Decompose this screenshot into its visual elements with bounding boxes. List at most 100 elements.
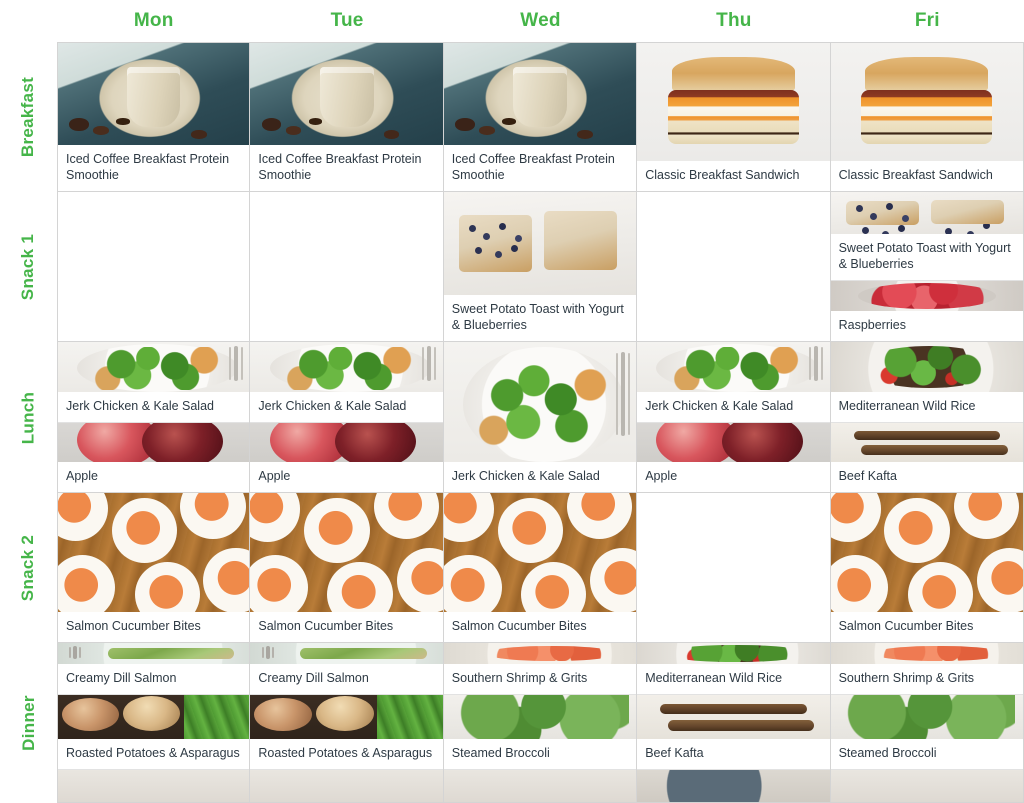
meal-cell-dinner-thu[interactable]: Mediterranean Wild Rice Beef Kafta [637,643,831,803]
recipe-title: Mediterranean Wild Rice [637,664,830,694]
meal-cell-dinner-fri[interactable]: Southern Shrimp & Grits Steamed Broccoli [830,643,1024,803]
recipe-card[interactable]: Sweet Potato Toast with Yogurt & Blueber… [830,192,1023,280]
meal-cell-dinner-tue[interactable]: Creamy Dill Salmon Roasted Potatoes & Asp… [250,643,444,803]
recipe-thumbnail[interactable] [830,342,1023,392]
recipe-thumbnail[interactable] [830,423,1023,462]
recipe-card[interactable]: Sweet Potato Toast with Yogurt & Blueber… [443,192,637,341]
recipe-thumbnail[interactable] [443,695,637,739]
recipe-card[interactable]: Roasted Potatoes & Asparagus [58,694,250,769]
meal-cell-lunch-mon[interactable]: Jerk Chicken & Kale Salad Apple [57,342,251,493]
recipe-card[interactable]: Beef Kafta [830,422,1023,492]
meal-cell-dinner-mon[interactable]: Creamy Dill Salmon Roasted Potatoes & Asp… [57,643,251,803]
recipe-card[interactable]: Apple [58,422,250,492]
recipe-thumbnail[interactable] [830,695,1023,739]
recipe-card[interactable]: Mediterranean Wild Rice [830,342,1023,422]
recipe-thumbnail[interactable] [637,695,830,739]
recipe-card[interactable]: Iced Coffee Breakfast Protein Smoothie [58,43,250,191]
recipe-thumbnail[interactable] [830,493,1023,612]
recipe-thumbnail[interactable] [443,342,637,462]
recipe-card[interactable]: Creamy Dill Salmon [58,643,250,694]
meal-cell-snack1-thu[interactable] [637,192,831,342]
recipe-thumbnail[interactable] [250,643,443,664]
meal-cell-dinner-wed[interactable]: Southern Shrimp & Grits Steamed Broccoli [443,643,638,803]
recipe-thumbnail[interactable] [250,770,443,802]
recipe-thumbnail[interactable] [443,43,637,145]
meal-cell-lunch-thu[interactable]: Jerk Chicken & Kale Salad Apple [637,342,831,493]
meal-cell-snack1-mon[interactable] [57,192,251,342]
recipe-thumbnail[interactable] [830,770,1023,802]
recipe-thumbnail[interactable] [58,493,250,612]
recipe-thumbnail[interactable] [443,192,637,295]
meal-cell-snack2-mon[interactable]: Salmon Cucumber Bites [57,493,251,643]
meal-cell-breakfast-wed[interactable]: Iced Coffee Breakfast Protein Smoothie [443,42,638,192]
recipe-card[interactable]: Classic Breakfast Sandwich [830,43,1023,191]
recipe-card[interactable]: Southern Shrimp & Grits [830,643,1023,694]
meal-cell-snack2-thu[interactable] [637,493,831,643]
recipe-card[interactable] [637,769,830,802]
recipe-card[interactable]: Apple [637,422,830,492]
meal-cell-snack1-wed[interactable]: Sweet Potato Toast with Yogurt & Blueber… [443,192,638,342]
recipe-thumbnail[interactable] [830,281,1023,311]
recipe-card[interactable]: Classic Breakfast Sandwich [637,43,830,191]
recipe-thumbnail[interactable] [443,770,637,802]
recipe-card[interactable]: Raspberries [830,280,1023,341]
recipe-thumbnail[interactable] [58,643,250,664]
recipe-card[interactable]: Steamed Broccoli [830,694,1023,769]
recipe-thumbnail[interactable] [637,643,830,664]
meal-cell-lunch-fri[interactable]: Mediterranean Wild Rice Beef Kafta [830,342,1024,493]
meal-cell-breakfast-fri[interactable]: Classic Breakfast Sandwich [830,42,1024,192]
recipe-card[interactable]: Jerk Chicken & Kale Salad [250,342,443,422]
recipe-card[interactable]: Southern Shrimp & Grits [443,643,637,694]
recipe-card[interactable] [443,769,637,802]
meal-cell-lunch-wed[interactable]: Jerk Chicken & Kale Salad [443,342,638,493]
recipe-thumbnail[interactable] [830,192,1023,234]
recipe-card[interactable]: Steamed Broccoli [443,694,637,769]
recipe-thumbnail[interactable] [58,342,250,392]
recipe-card[interactable] [830,769,1023,802]
meal-cell-snack1-fri[interactable]: Sweet Potato Toast with Yogurt & Blueber… [830,192,1024,342]
recipe-thumbnail[interactable] [637,43,830,161]
recipe-thumbnail[interactable] [58,770,250,802]
recipe-photo-sptoast-icon [443,192,637,295]
recipe-card[interactable]: Creamy Dill Salmon [250,643,443,694]
recipe-thumbnail[interactable] [637,770,830,802]
recipe-thumbnail[interactable] [637,342,830,392]
meal-cell-snack2-fri[interactable]: Salmon Cucumber Bites [830,493,1024,643]
recipe-card[interactable] [250,769,443,802]
recipe-card[interactable]: Mediterranean Wild Rice [637,643,830,694]
recipe-thumbnail[interactable] [58,423,250,462]
recipe-thumbnail[interactable] [443,643,637,664]
recipe-thumbnail[interactable] [250,43,443,145]
meal-cell-breakfast-mon[interactable]: Iced Coffee Breakfast Protein Smoothie [57,42,251,192]
recipe-thumbnail[interactable] [830,643,1023,664]
meal-cell-snack2-wed[interactable]: Salmon Cucumber Bites [443,493,638,643]
recipe-thumbnail[interactable] [250,695,443,739]
meal-cell-breakfast-thu[interactable]: Classic Breakfast Sandwich [637,42,831,192]
recipe-card[interactable]: Roasted Potatoes & Asparagus [250,694,443,769]
recipe-card[interactable]: Jerk Chicken & Kale Salad [58,342,250,422]
recipe-photo-broccoli-icon [830,695,1023,739]
recipe-thumbnail[interactable] [637,423,830,462]
recipe-card[interactable]: Salmon Cucumber Bites [250,493,443,642]
recipe-card[interactable]: Salmon Cucumber Bites [58,493,250,642]
recipe-thumbnail[interactable] [250,342,443,392]
meal-cell-snack2-tue[interactable]: Salmon Cucumber Bites [250,493,444,643]
recipe-thumbnail[interactable] [58,695,250,739]
recipe-card[interactable]: Iced Coffee Breakfast Protein Smoothie [443,43,637,191]
recipe-thumbnail[interactable] [443,493,637,612]
recipe-card[interactable]: Iced Coffee Breakfast Protein Smoothie [250,43,443,191]
recipe-thumbnail[interactable] [58,43,250,145]
recipe-card[interactable]: Salmon Cucumber Bites [830,493,1023,642]
recipe-card[interactable]: Salmon Cucumber Bites [443,493,637,642]
meal-cell-snack1-tue[interactable] [250,192,444,342]
recipe-thumbnail[interactable] [250,493,443,612]
recipe-card[interactable]: Beef Kafta [637,694,830,769]
recipe-thumbnail[interactable] [250,423,443,462]
recipe-card[interactable]: Jerk Chicken & Kale Salad [443,342,637,492]
recipe-card[interactable] [58,769,250,802]
recipe-card[interactable]: Apple [250,422,443,492]
meal-cell-breakfast-tue[interactable]: Iced Coffee Breakfast Protein Smoothie [250,42,444,192]
recipe-thumbnail[interactable] [830,43,1023,161]
meal-cell-lunch-tue[interactable]: Jerk Chicken & Kale Salad Apple [250,342,444,493]
recipe-card[interactable]: Jerk Chicken & Kale Salad [637,342,830,422]
